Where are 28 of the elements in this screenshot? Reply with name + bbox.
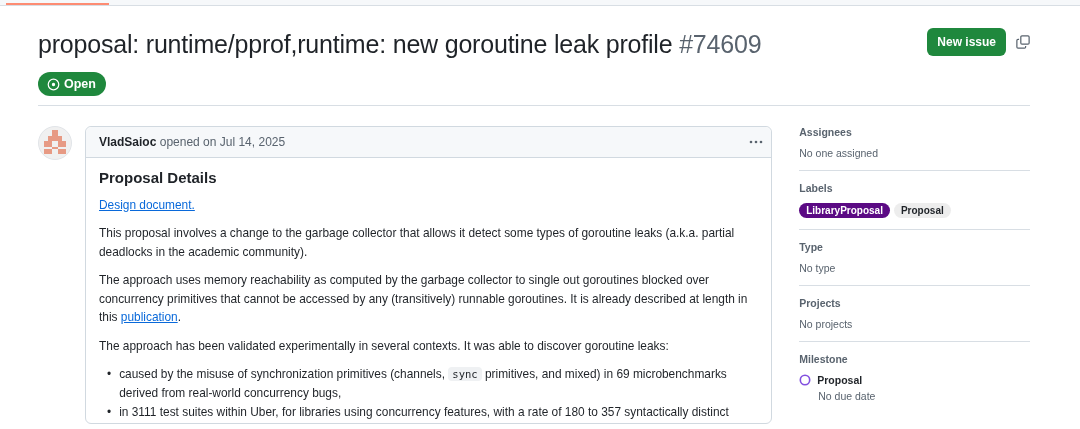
- paragraph: This proposal involves a change to the garbage collector that allows it detect some types of goroutine leaks (a.k.a. partial deadlocks in the academic community).: [99, 225, 736, 261]
- comment-heading: Proposal Details: [99, 169, 218, 188]
- comment-meta: VladSaioc opened on Jul 14, 2025: [99, 135, 286, 149]
- list-item: in 3111 test suites within Uber, for libraries using concurrency features, with a rate of 180 to 357 syntactically distinct: [119, 404, 729, 421]
- sidebar-heading: Assignees: [799, 126, 853, 138]
- issue-title: proposal: runtime/pprof,runtime: new goroutine leak profile #74609: [38, 29, 762, 60]
- label-tag[interactable]: LibraryProposal: [799, 203, 890, 218]
- status-badge: Open: [38, 72, 106, 96]
- paragraph: The approach has been validated experimentally in several contexts. It was able to discover goroutine leaks:: [99, 337, 670, 355]
- sidebar-value: No type: [799, 262, 837, 274]
- sidebar-heading: Type: [799, 241, 824, 253]
- text-link[interactable]: publication: [120, 310, 178, 324]
- new-issue-button[interactable]: New issue: [927, 28, 1006, 56]
- milestone-due: No due date: [818, 390, 877, 402]
- milestone-name[interactable]: Proposal: [817, 374, 863, 386]
- sidebar-value: No one assigned: [799, 147, 880, 159]
- bullet-marker: •: [107, 366, 112, 383]
- sidebar-heading: Projects: [799, 297, 842, 309]
- bullet-marker: •: [107, 404, 112, 421]
- label-tag[interactable]: Proposal: [893, 203, 951, 218]
- more-options-icon[interactable]: [749, 140, 764, 144]
- copy-icon[interactable]: [1016, 35, 1030, 49]
- text-link[interactable]: Design document.: [99, 197, 195, 212]
- sidebar-heading: Milestone: [799, 353, 849, 365]
- sidebar-value: No projects: [799, 318, 854, 330]
- milestone-icon: [799, 374, 812, 386]
- paragraph: The approach uses memory reachability as computed by the garbage collector to single out goroutines blocked over concurrency primitives that cannot be accessed by any (transitively) runnable goroutines. It is already described at length in this publication.: [99, 272, 749, 326]
- sidebar-heading: Labels: [799, 182, 834, 194]
